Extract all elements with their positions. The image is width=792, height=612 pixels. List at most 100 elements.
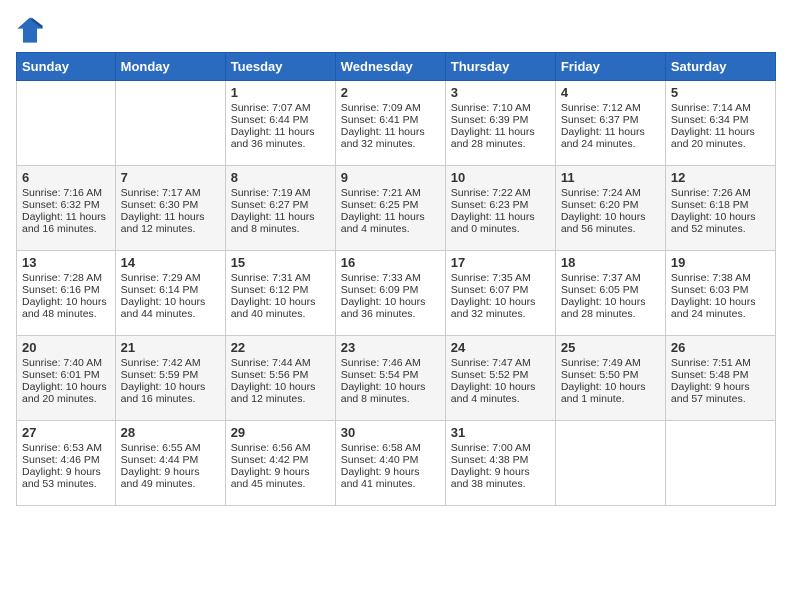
calendar-cell: 20Sunrise: 7:40 AMSunset: 6:01 PMDayligh… bbox=[17, 336, 116, 421]
cell-text-line: Sunrise: 6:58 AM bbox=[341, 442, 440, 454]
calendar-cell bbox=[665, 421, 775, 506]
calendar-cell: 17Sunrise: 7:35 AMSunset: 6:07 PMDayligh… bbox=[445, 251, 555, 336]
cell-text-line: Sunrise: 7:28 AM bbox=[22, 272, 110, 284]
cell-text-line: Daylight: 10 hours and 52 minutes. bbox=[671, 211, 770, 235]
calendar-cell: 23Sunrise: 7:46 AMSunset: 5:54 PMDayligh… bbox=[335, 336, 445, 421]
day-number: 17 bbox=[451, 255, 550, 270]
calendar-cell: 18Sunrise: 7:37 AMSunset: 6:05 PMDayligh… bbox=[555, 251, 665, 336]
cell-text-line: Daylight: 11 hours and 16 minutes. bbox=[22, 211, 110, 235]
cell-text-line: Sunrise: 7:47 AM bbox=[451, 357, 550, 369]
calendar-cell: 30Sunrise: 6:58 AMSunset: 4:40 PMDayligh… bbox=[335, 421, 445, 506]
day-number: 22 bbox=[231, 340, 330, 355]
calendar-cell: 13Sunrise: 7:28 AMSunset: 6:16 PMDayligh… bbox=[17, 251, 116, 336]
cell-text-line: Sunrise: 6:55 AM bbox=[121, 442, 220, 454]
cell-text-line: Sunrise: 7:14 AM bbox=[671, 102, 770, 114]
cell-text-line: Daylight: 10 hours and 16 minutes. bbox=[121, 381, 220, 405]
cell-text-line: Sunset: 6:30 PM bbox=[121, 199, 220, 211]
day-number: 7 bbox=[121, 170, 220, 185]
calendar-week-row: 27Sunrise: 6:53 AMSunset: 4:46 PMDayligh… bbox=[17, 421, 776, 506]
cell-text-line: Daylight: 9 hours and 38 minutes. bbox=[451, 466, 550, 490]
cell-text-line: Sunset: 6:34 PM bbox=[671, 114, 770, 126]
day-number: 28 bbox=[121, 425, 220, 440]
calendar-cell: 8Sunrise: 7:19 AMSunset: 6:27 PMDaylight… bbox=[225, 166, 335, 251]
calendar-cell: 21Sunrise: 7:42 AMSunset: 5:59 PMDayligh… bbox=[115, 336, 225, 421]
calendar-cell: 25Sunrise: 7:49 AMSunset: 5:50 PMDayligh… bbox=[555, 336, 665, 421]
day-number: 2 bbox=[341, 85, 440, 100]
cell-text-line: Daylight: 10 hours and 44 minutes. bbox=[121, 296, 220, 320]
cell-text-line: Sunrise: 7:21 AM bbox=[341, 187, 440, 199]
cell-text-line: Sunset: 6:25 PM bbox=[341, 199, 440, 211]
calendar-week-row: 20Sunrise: 7:40 AMSunset: 6:01 PMDayligh… bbox=[17, 336, 776, 421]
day-number: 27 bbox=[22, 425, 110, 440]
cell-text-line: Daylight: 11 hours and 24 minutes. bbox=[561, 126, 660, 150]
cell-text-line: Sunrise: 7:35 AM bbox=[451, 272, 550, 284]
calendar-cell: 27Sunrise: 6:53 AMSunset: 4:46 PMDayligh… bbox=[17, 421, 116, 506]
calendar-cell bbox=[17, 81, 116, 166]
day-number: 12 bbox=[671, 170, 770, 185]
cell-text-line: Sunrise: 6:53 AM bbox=[22, 442, 110, 454]
cell-text-line: Sunrise: 7:49 AM bbox=[561, 357, 660, 369]
cell-text-line: Sunset: 6:09 PM bbox=[341, 284, 440, 296]
cell-text-line: Sunrise: 7:12 AM bbox=[561, 102, 660, 114]
cell-text-line: Sunrise: 7:31 AM bbox=[231, 272, 330, 284]
cell-text-line: Daylight: 9 hours and 41 minutes. bbox=[341, 466, 440, 490]
day-number: 9 bbox=[341, 170, 440, 185]
cell-text-line: Sunrise: 7:33 AM bbox=[341, 272, 440, 284]
cell-text-line: Sunrise: 7:26 AM bbox=[671, 187, 770, 199]
cell-text-line: Sunset: 6:32 PM bbox=[22, 199, 110, 211]
cell-text-line: Daylight: 11 hours and 32 minutes. bbox=[341, 126, 440, 150]
day-number: 11 bbox=[561, 170, 660, 185]
calendar-week-row: 1Sunrise: 7:07 AMSunset: 6:44 PMDaylight… bbox=[17, 81, 776, 166]
calendar-cell: 9 Sunrise: 7:21 AMSunset: 6:25 PMDaylight… bbox=[335, 166, 445, 251]
cell-text-line: Daylight: 9 hours and 45 minutes. bbox=[231, 466, 330, 490]
calendar-cell: 14Sunrise: 7:29 AMSunset: 6:14 PMDayligh… bbox=[115, 251, 225, 336]
cell-text-line: Daylight: 9 hours and 49 minutes. bbox=[121, 466, 220, 490]
day-number: 4 bbox=[561, 85, 660, 100]
cell-text-line: Sunrise: 7:42 AM bbox=[121, 357, 220, 369]
cell-text-line: Sunrise: 7:24 AM bbox=[561, 187, 660, 199]
calendar-cell: 3Sunrise: 7:10 AMSunset: 6:39 PMDaylight… bbox=[445, 81, 555, 166]
cell-text-line: Sunrise: 7:38 AM bbox=[671, 272, 770, 284]
cell-text-line: Sunset: 6:14 PM bbox=[121, 284, 220, 296]
cell-text-line: Sunset: 6:41 PM bbox=[341, 114, 440, 126]
cell-text-line: Sunset: 5:56 PM bbox=[231, 369, 330, 381]
cell-text-line: Sunset: 6:12 PM bbox=[231, 284, 330, 296]
day-number: 19 bbox=[671, 255, 770, 270]
calendar-cell: 28Sunrise: 6:55 AMSunset: 4:44 PMDayligh… bbox=[115, 421, 225, 506]
calendar-cell: 5Sunrise: 7:14 AMSunset: 6:34 PMDaylight… bbox=[665, 81, 775, 166]
calendar-cell: 7Sunrise: 7:17 AMSunset: 6:30 PMDaylight… bbox=[115, 166, 225, 251]
cell-text-line: Daylight: 11 hours and 36 minutes. bbox=[231, 126, 330, 150]
calendar-week-row: 6Sunrise: 7:16 AMSunset: 6:32 PMDaylight… bbox=[17, 166, 776, 251]
cell-text-line: Sunset: 6:20 PM bbox=[561, 199, 660, 211]
day-number: 23 bbox=[341, 340, 440, 355]
cell-text-line: Sunset: 5:52 PM bbox=[451, 369, 550, 381]
cell-text-line: Sunrise: 7:40 AM bbox=[22, 357, 110, 369]
calendar-cell: 29Sunrise: 6:56 AMSunset: 4:42 PMDayligh… bbox=[225, 421, 335, 506]
cell-text-line: Sunset: 5:59 PM bbox=[121, 369, 220, 381]
cell-text-line: Sunset: 6:05 PM bbox=[561, 284, 660, 296]
calendar-cell: 15Sunrise: 7:31 AMSunset: 6:12 PMDayligh… bbox=[225, 251, 335, 336]
calendar-cell: 26Sunrise: 7:51 AMSunset: 5:48 PMDayligh… bbox=[665, 336, 775, 421]
cell-text-line: Daylight: 11 hours and 0 minutes. bbox=[451, 211, 550, 235]
cell-text-line: Sunset: 5:50 PM bbox=[561, 369, 660, 381]
calendar-cell: 16Sunrise: 7:33 AMSunset: 6:09 PMDayligh… bbox=[335, 251, 445, 336]
calendar-cell: 24Sunrise: 7:47 AMSunset: 5:52 PMDayligh… bbox=[445, 336, 555, 421]
day-number: 25 bbox=[561, 340, 660, 355]
cell-text-line: Sunset: 6:39 PM bbox=[451, 114, 550, 126]
cell-text-line: Daylight: 10 hours and 28 minutes. bbox=[561, 296, 660, 320]
header-saturday: Saturday bbox=[665, 53, 775, 81]
calendar-cell bbox=[115, 81, 225, 166]
day-number: 1 bbox=[231, 85, 330, 100]
cell-text-line: Daylight: 10 hours and 24 minutes. bbox=[671, 296, 770, 320]
cell-text-line: Daylight: 10 hours and 8 minutes. bbox=[341, 381, 440, 405]
cell-text-line: Sunset: 4:38 PM bbox=[451, 454, 550, 466]
day-number: 29 bbox=[231, 425, 330, 440]
day-number: 5 bbox=[671, 85, 770, 100]
cell-text-line: Sunset: 6:16 PM bbox=[22, 284, 110, 296]
day-number: 31 bbox=[451, 425, 550, 440]
cell-text-line: Daylight: 9 hours and 57 minutes. bbox=[671, 381, 770, 405]
calendar-cell: 2Sunrise: 7:09 AMSunset: 6:41 PMDaylight… bbox=[335, 81, 445, 166]
calendar-cell: 4 Sunrise: 7:12 AMSunset: 6:37 PMDaylight… bbox=[555, 81, 665, 166]
cell-text-line: Sunset: 6:37 PM bbox=[561, 114, 660, 126]
cell-text-line: Daylight: 11 hours and 4 minutes. bbox=[341, 211, 440, 235]
